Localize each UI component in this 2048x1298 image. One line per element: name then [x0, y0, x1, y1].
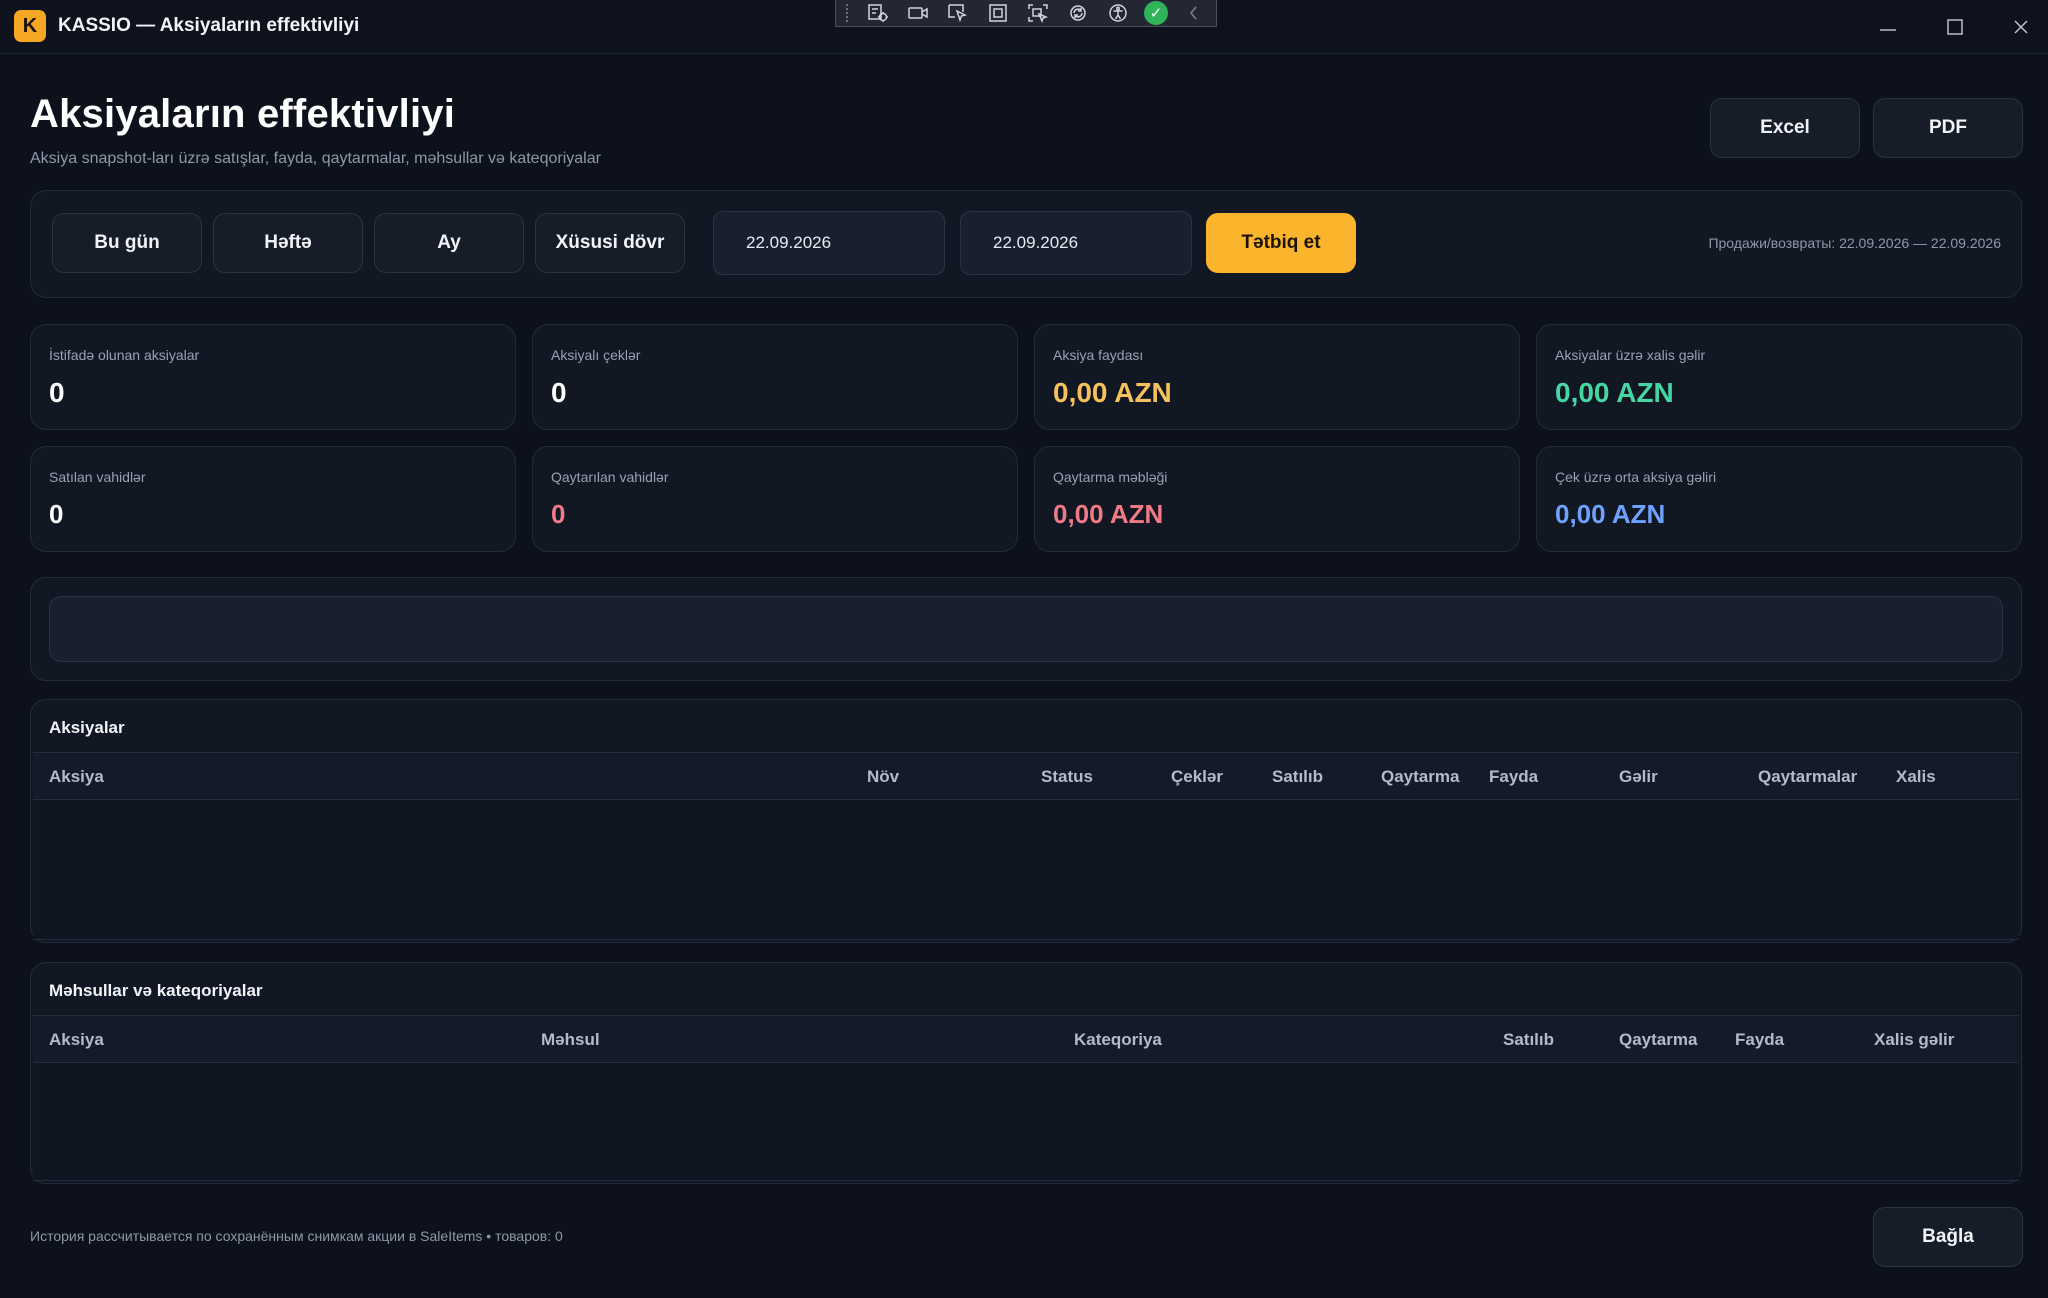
stat-label: Aksiya faydası	[1053, 347, 1144, 363]
search-input[interactable]	[49, 596, 2003, 662]
promotions-table-body[interactable]	[33, 800, 2019, 940]
column-header[interactable]: Qaytarma	[1381, 767, 1459, 787]
stat-label: Satılan vahidlər	[49, 469, 146, 485]
week-button[interactable]: Həftə	[213, 213, 363, 273]
month-button[interactable]: Ay	[374, 213, 524, 273]
stat-card-used-promotions: İstifadə olunan aksiyalar 0	[30, 324, 516, 430]
close-window-button[interactable]	[1999, 10, 2043, 44]
stat-value: 0,00 AZN	[1555, 499, 1666, 529]
promotions-table-panel: Aksiyalar Aksiya Növ Status Çeklər Satıl…	[30, 699, 2022, 943]
stat-label: İstifadə olunan aksiyalar	[49, 347, 200, 363]
stat-card-units-returned: Qaytarılan vahidlər 0	[532, 446, 1018, 552]
column-header[interactable]: Status	[1041, 767, 1093, 787]
column-header[interactable]: Çeklər	[1171, 767, 1223, 787]
period-info: Продажи/возвраты: 22.09.2026 — 22.09.202…	[1708, 235, 2001, 251]
date-from-input[interactable]	[713, 211, 945, 275]
products-table-title: Məhsullar və kateqoriyalar	[49, 981, 263, 1000]
products-table-header: Aksiya Məhsul Kateqoriya Satılıb Qaytarm…	[33, 1015, 2019, 1063]
check-ok-icon[interactable]: ✓	[1144, 1, 1168, 25]
maximize-button[interactable]	[1933, 10, 1977, 44]
search-panel	[30, 577, 2022, 681]
products-table-body[interactable]	[33, 1063, 2019, 1181]
minimize-button[interactable]	[1866, 10, 1910, 44]
column-header[interactable]: Satılıb	[1503, 1030, 1554, 1050]
promotions-table-title: Aksiyalar	[49, 718, 125, 737]
today-button[interactable]: Bu gün	[52, 213, 202, 273]
stat-card-return-amount: Qaytarma məbləği 0,00 AZN	[1034, 446, 1520, 552]
video-camera-icon[interactable]	[904, 2, 932, 24]
stat-label: Çek üzrə orta aksiya gəliri	[1555, 469, 1717, 485]
column-header[interactable]: Fayda	[1489, 767, 1538, 787]
live-tree-icon[interactable]	[864, 2, 892, 24]
promotions-table-header: Aksiya Növ Status Çeklər Satılıb Qaytarm…	[33, 752, 2019, 800]
accessibility-icon[interactable]	[1104, 2, 1132, 24]
column-header[interactable]: Növ	[867, 767, 899, 787]
column-header[interactable]: Qaytarma	[1619, 1030, 1697, 1050]
stat-label: Aksiyalı çeklər	[551, 347, 641, 363]
stat-value: 0	[49, 499, 64, 529]
stat-value: 0	[49, 377, 65, 408]
column-header[interactable]: Satılıb	[1272, 767, 1323, 787]
stat-card-units-sold: Satılan vahidlər 0	[30, 446, 516, 552]
column-header[interactable]: Məhsul	[541, 1030, 600, 1050]
footer-note: История рассчитывается по сохранённым сн…	[30, 1228, 563, 1244]
custom-period-button[interactable]: Xüsusi dövr	[535, 213, 685, 273]
stat-card-promo-benefit: Aksiya faydası 0,00 AZN	[1034, 324, 1520, 430]
column-header[interactable]: Xalis	[1896, 767, 1936, 787]
window-title: KASSIO — Aksiyaların effektivliyi	[58, 15, 360, 36]
stat-card-promo-receipts: Aksiyalı çeklər 0	[532, 324, 1018, 430]
stat-value: 0,00 AZN	[1555, 377, 1674, 408]
date-to-input[interactable]	[960, 211, 1192, 275]
hot-reload-icon[interactable]	[1064, 2, 1092, 24]
select-element-icon[interactable]	[944, 2, 972, 24]
page-title: Aksiyaların effektivliyi	[30, 92, 456, 136]
period-filter-panel: Bu gün Həftə Ay Xüsusi dövr Tətbiq et Пр…	[30, 190, 2022, 298]
page-subtitle: Aksiya snapshot-ları üzrə satışlar, fayd…	[30, 150, 601, 167]
stat-card-avg-receipt-revenue: Çek üzrə orta aksiya gəliri 0,00 AZN	[1536, 446, 2022, 552]
column-header[interactable]: Kateqoriya	[1074, 1030, 1162, 1050]
export-excel-button[interactable]: Excel	[1710, 98, 1860, 158]
collapse-chevron-icon[interactable]	[1180, 2, 1208, 24]
drag-grip-icon[interactable]	[846, 4, 852, 22]
stat-value: 0	[551, 499, 566, 529]
column-header[interactable]: Aksiya	[49, 767, 104, 787]
track-focus-icon[interactable]	[1024, 2, 1052, 24]
column-header[interactable]: Gəlir	[1619, 767, 1658, 787]
products-table-panel: Məhsullar və kateqoriyalar Aksiya Məhsul…	[30, 962, 2022, 1184]
column-header[interactable]: Aksiya	[49, 1030, 104, 1050]
stat-value: 0,00 AZN	[1053, 499, 1164, 529]
stat-label: Aksiyalar üzrə xalis gəlir	[1555, 347, 1706, 363]
app-logo: K	[14, 10, 46, 42]
title-bar: K KASSIO — Aksiyaların effektivliyi ✓	[0, 0, 2048, 54]
column-header[interactable]: Xalis gəlir	[1874, 1030, 1954, 1050]
stat-value: 0	[551, 377, 567, 408]
column-header[interactable]: Qaytarmalar	[1758, 767, 1857, 787]
stat-label: Qaytarılan vahidlər	[551, 469, 669, 485]
column-header[interactable]: Fayda	[1735, 1030, 1784, 1050]
display-layout-icon[interactable]	[984, 2, 1012, 24]
stat-label: Qaytarma məbləği	[1053, 469, 1168, 485]
export-pdf-button[interactable]: PDF	[1873, 98, 2023, 158]
apply-button[interactable]: Tətbiq et	[1206, 213, 1356, 273]
close-button[interactable]: Bağla	[1873, 1207, 2023, 1267]
debug-toolbar: ✓	[835, 0, 1217, 27]
stat-card-net-revenue: Aksiyalar üzrə xalis gəlir 0,00 AZN	[1536, 324, 2022, 430]
stat-value: 0,00 AZN	[1053, 377, 1172, 408]
